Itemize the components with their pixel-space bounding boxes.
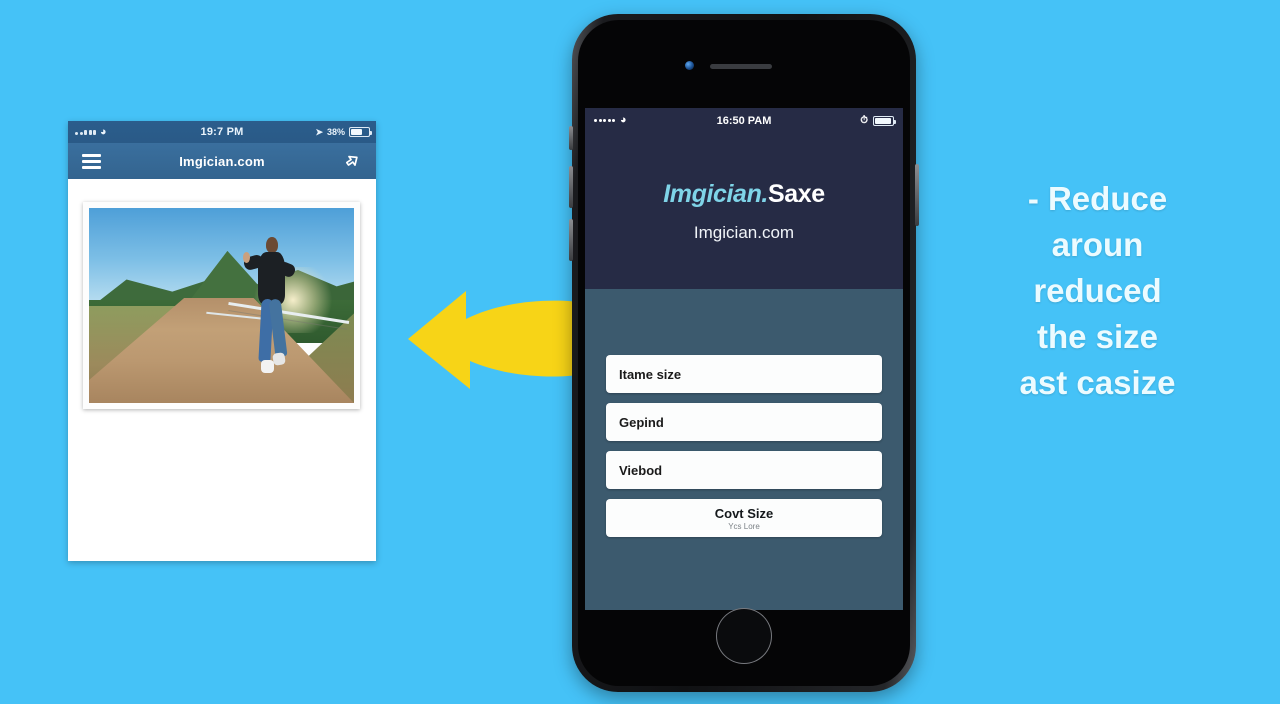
caption-line-2: aroun [1051,226,1144,263]
caption-line-3: reduced [1033,272,1162,309]
battery-icon [873,115,896,126]
hamburger-menu-icon[interactable] [82,153,101,169]
app-form-body: Itame size Gepind Viebod Covt Size Ycs L… [585,289,903,537]
brand-primary-text: Imgician. [663,179,768,208]
photo-runner-figure [242,237,301,381]
right-status-time: 16:50 PAM [716,114,772,127]
brand-secondary-text: Saxe [767,179,825,208]
power-button[interactable] [915,164,919,226]
left-phone-screenshot: ◕ 19:7 PM ➤ 38% Imgician.com [68,121,376,561]
right-status-bar: ◕ 16:50 PAM ⏱ [585,108,903,133]
runner-head [266,237,278,254]
phone-bezel: ◕ 16:50 PAM ⏱ Imgician.Saxe Imgician.com [578,20,910,686]
app-header: Imgician.Saxe Imgician.com [585,133,903,289]
caption-line-4: the size [1036,318,1159,355]
left-phone-content [68,179,376,561]
runner-shoe-left [260,359,274,373]
left-nav-bar: Imgician.com [68,143,376,179]
field-label: Gepind [619,414,664,430]
brand-subtitle: Imgician.com [693,222,795,242]
share-icon[interactable] [344,152,362,170]
battery-icon [349,127,372,137]
left-nav-title: Imgician.com [179,153,265,169]
brand-logo: Imgician.Saxe [663,180,825,209]
earpiece-speaker-icon [710,64,772,69]
right-status-right-group: ⏱ [860,115,896,126]
caption-text: - Reduce aroun reduced the size ast casi… [955,176,1240,406]
cta-label: Covt Size [714,505,774,521]
field-itame-size[interactable]: Itame size [606,355,882,393]
right-phone-device: ◕ 16:50 PAM ⏱ Imgician.Saxe Imgician.com [569,14,919,692]
caption-line-1: - Reduce [1027,180,1168,217]
caption-line-5: ast casize [1019,364,1176,401]
screenshot-canvas: ◕ 19:7 PM ➤ 38% Imgician.com ◕ 16:50 PAM… [0,0,1280,704]
runner-leg-right [268,298,287,358]
field-gepind[interactable]: Gepind [606,403,882,441]
runner-photo [89,208,354,403]
field-label: Viebod [619,462,663,478]
location-arrow-icon: ➤ [315,126,323,137]
left-status-bar: ◕ 19:7 PM ➤ 38% [68,121,376,143]
field-viebod[interactable]: Viebod [606,451,882,489]
mute-switch[interactable] [569,126,573,150]
runner-shoe-right [272,351,286,365]
photo-card[interactable] [83,202,360,409]
phone-screen: ◕ 16:50 PAM ⏱ Imgician.Saxe Imgician.com [585,108,903,610]
battery-percent-label: 38% [326,127,345,137]
cta-sublabel: Ycs Lore [728,521,760,531]
volume-up-button[interactable] [569,166,573,208]
runner-torso [257,251,285,304]
field-label: Itame size [619,366,682,382]
convert-size-button[interactable]: Covt Size Ycs Lore [606,499,882,537]
left-status-right-group: ➤ 38% [315,126,372,138]
home-button-icon[interactable] [716,608,772,664]
volume-down-button[interactable] [569,219,573,261]
front-camera-icon [685,61,694,70]
alarm-icon: ⏱ [860,115,868,126]
